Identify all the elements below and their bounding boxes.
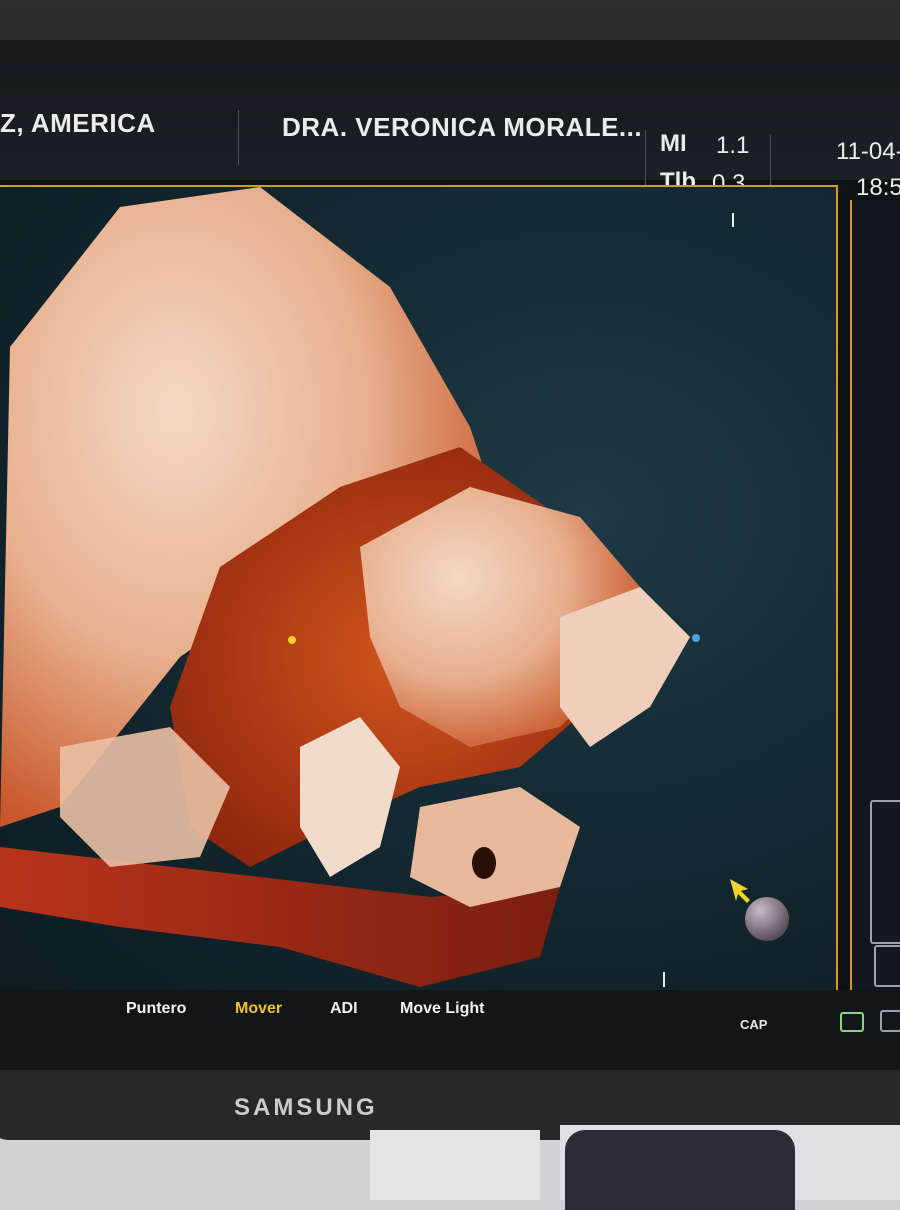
mi-label: MI: [660, 130, 687, 157]
side-panel: [850, 200, 900, 1000]
battery-icon: [840, 1012, 864, 1032]
monitor-stand: [370, 1130, 540, 1200]
cap-status: CAP: [740, 1017, 768, 1032]
header-divider: [238, 110, 239, 165]
mi-value: 1.1: [716, 132, 750, 159]
network-icon: [880, 1010, 900, 1032]
panel-button[interactable]: [874, 945, 900, 987]
thumbnail-frame[interactable]: [870, 800, 900, 944]
arrow-pointer-icon: [730, 879, 750, 903]
exam-date: 11-04-: [836, 138, 900, 165]
exam-time: 18:5: [856, 174, 900, 201]
menu-item-move-light[interactable]: Move Light: [400, 1000, 484, 1018]
monitor-brand-logo: SAMSUNG: [234, 1094, 378, 1121]
patient-name: Z, AMERICA: [0, 108, 156, 138]
background-chair: [565, 1130, 795, 1210]
menu-item-mover[interactable]: Mover: [235, 1000, 282, 1018]
menu-item-puntero[interactable]: Puntero: [126, 1000, 186, 1018]
fetal-3d-render: [0, 187, 734, 987]
menu-item-adi[interactable]: ADI: [330, 1000, 358, 1018]
doctor-name: DRA. VERONICA MORALE...: [282, 112, 643, 142]
3d-render-viewport[interactable]: [0, 185, 838, 1004]
